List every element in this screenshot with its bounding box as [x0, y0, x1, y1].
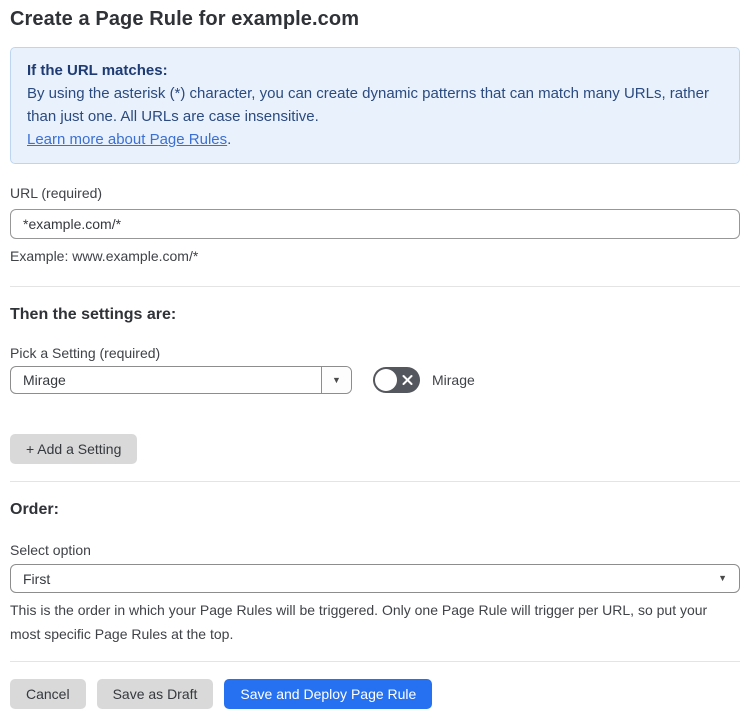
select-option-label: Select option [10, 542, 91, 558]
url-matches-info-box: If the URL matches: By using the asteris… [10, 47, 740, 164]
divider [10, 661, 740, 662]
info-box-heading: If the URL matches: [27, 62, 168, 79]
order-helper-text: This is the order in which your Page Rul… [10, 602, 708, 642]
chevron-down-icon: ▼ [332, 374, 341, 385]
chevron-down-icon: ▼ [718, 573, 727, 583]
pick-setting-label: Pick a Setting (required) [10, 345, 161, 361]
info-box-link-line: Learn more about Page Rules. [27, 128, 723, 151]
divider [10, 481, 740, 482]
divider [10, 286, 740, 287]
learn-more-link[interactable]: Learn more about Page Rules [27, 131, 227, 148]
url-field-helper: Example: www.example.com/* [10, 248, 199, 264]
setting-row: Mirage ▼ Mirage [10, 366, 740, 394]
url-input[interactable] [10, 209, 740, 239]
order-select[interactable]: First ▼ [10, 564, 740, 593]
toggle-knob [375, 369, 397, 391]
setting-dropdown-value: Mirage [23, 372, 66, 388]
x-icon [402, 375, 413, 386]
settings-section-heading: Then the settings are: [10, 306, 177, 323]
page-title: Create a Page Rule for example.com [10, 8, 360, 30]
setting-dropdown-arrow-button[interactable]: ▼ [321, 367, 351, 393]
url-field-label: URL (required) [10, 185, 103, 201]
mirage-toggle[interactable] [373, 367, 420, 393]
link-suffix: . [227, 131, 232, 148]
order-select-value: First [23, 570, 51, 587]
order-section-heading: Order: [10, 501, 59, 518]
page-rule-form: Create a Page Rule for example.com If th… [0, 0, 750, 719]
url-field-group: URL (required) Example: www.example.com/… [10, 185, 740, 267]
setting-dropdown[interactable]: Mirage ▼ [10, 366, 352, 394]
info-box-body: By using the asterisk (*) character, you… [27, 85, 709, 125]
toggle-label: Mirage [432, 372, 475, 388]
add-setting-button[interactable]: + Add a Setting [10, 434, 138, 464]
